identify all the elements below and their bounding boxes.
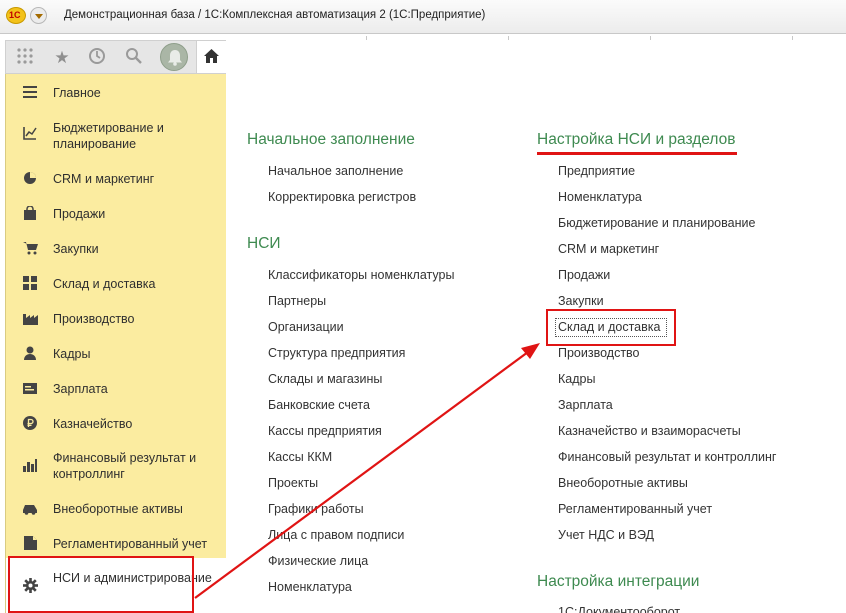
history-icon[interactable] — [86, 47, 108, 69]
section-title-nsi-settings: Настройка НСИ и разделов — [537, 131, 736, 148]
sidebar-item-salary[interactable]: Зарплата — [6, 378, 227, 400]
notifications-bell-icon[interactable] — [160, 43, 188, 71]
sidebar-item-label: Бюджетирование и планирование — [53, 121, 164, 151]
sidebar-item-label: Внеоборотные активы — [53, 502, 183, 516]
link-partners[interactable]: Партнеры — [268, 294, 326, 308]
link-projects[interactable]: Проекты — [268, 476, 318, 490]
link-register-correction[interactable]: Корректировка регистров — [268, 190, 416, 204]
menu-lines-icon — [22, 85, 38, 101]
sidebar-item-main[interactable]: Главное — [6, 82, 227, 104]
main-menu-button[interactable] — [30, 7, 47, 24]
link-initial-fill[interactable]: Начальное заполнение — [268, 164, 403, 178]
link-settings-nomenclature[interactable]: Номенклатура — [558, 190, 642, 204]
link-settings-treasury[interactable]: Казначейство и взаиморасчеты — [558, 424, 741, 438]
annotation-box-admin-section — [8, 556, 194, 613]
link-settings-hr[interactable]: Кадры — [558, 372, 595, 386]
sidebar-item-production[interactable]: Производство — [6, 308, 227, 330]
sidebar-item-label: Регламентированный учет — [53, 537, 208, 551]
link-organizations[interactable]: Организации — [268, 320, 344, 334]
link-settings-production[interactable]: Производство — [558, 346, 640, 360]
salary-icon — [22, 381, 38, 397]
favorites-star-icon[interactable]: ★ — [51, 47, 73, 69]
section-title-integration: Настройка интеграции — [537, 573, 700, 590]
pie-chart-icon — [22, 171, 38, 187]
link-individuals[interactable]: Физические лица — [268, 554, 368, 568]
bar-chart-icon — [22, 458, 38, 474]
apps-grid-icon[interactable] — [14, 47, 36, 69]
link-bank-accounts[interactable]: Банковские счета — [268, 398, 370, 412]
sidebar-item-crm[interactable]: CRM и маркетинг — [6, 168, 227, 190]
navigation-toolbar: ★ — [5, 40, 226, 74]
cart-icon — [22, 241, 38, 257]
link-work-schedules[interactable]: Графики работы — [268, 502, 364, 516]
app-logo-icon: 1С — [6, 7, 26, 24]
search-icon[interactable] — [123, 47, 145, 69]
link-document-flow[interactable]: 1С:Документооборот — [558, 605, 680, 613]
sidebar-item-financial-result[interactable]: Финансовый результат и контроллинг — [6, 448, 227, 484]
link-settings-budgeting[interactable]: Бюджетирование и планирование — [558, 216, 755, 230]
sidebar-item-label: Главное — [53, 86, 101, 100]
sidebar-item-label: Склад и доставка — [53, 277, 156, 291]
link-settings-salary[interactable]: Зарплата — [558, 398, 613, 412]
sidebar-item-regulated-accounting[interactable]: Регламентированный учет — [6, 533, 227, 555]
sidebar-item-label: Финансовый результат и контроллинг — [53, 451, 197, 481]
shopping-bag-icon — [22, 205, 38, 222]
link-enterprise[interactable]: Предприятие — [558, 164, 635, 178]
section-title-nsi: НСИ — [247, 235, 281, 252]
car-icon — [22, 501, 38, 517]
factory-icon — [22, 311, 38, 327]
annotation-underline — [537, 152, 737, 155]
sidebar-item-label: Производство — [53, 312, 135, 326]
link-settings-sales[interactable]: Продажи — [558, 268, 610, 282]
budget-chart-icon — [22, 125, 38, 141]
link-settings-crm[interactable]: CRM и маркетинг — [558, 242, 659, 256]
link-cash-desks[interactable]: Кассы предприятия — [268, 424, 382, 438]
sidebar-item-label: CRM и маркетинг — [53, 172, 155, 186]
warehouse-grid-icon — [22, 276, 38, 292]
window-title-bar: 1С Демонстрационная база / 1С:Комплексна… — [0, 0, 846, 34]
sidebar-item-label: Казначейство — [53, 417, 133, 431]
link-settings-vat-fea[interactable]: Учет НДС и ВЭД — [558, 528, 654, 542]
sidebar-item-sales[interactable]: Продажи — [6, 203, 227, 225]
link-nomenclature[interactable]: Номенклатура — [268, 580, 352, 594]
window-title: Демонстрационная база / 1С:Комплексная а… — [64, 9, 486, 21]
sidebar-item-fixed-assets[interactable]: Внеоборотные активы — [6, 498, 227, 520]
link-warehouses-stores[interactable]: Склады и магазины — [268, 372, 382, 386]
sidebar-item-hr[interactable]: Кадры — [6, 343, 227, 365]
document-icon — [22, 536, 38, 552]
link-settings-fixed-assets[interactable]: Внеоборотные активы — [558, 476, 688, 490]
home-icon[interactable] — [196, 41, 226, 73]
sidebar-item-treasury[interactable]: Казначейство — [6, 413, 227, 435]
sidebar-item-warehouse[interactable]: Склад и доставка — [6, 273, 227, 295]
sidebar-item-purchases[interactable]: Закупки — [6, 238, 227, 260]
link-enterprise-structure[interactable]: Структура предприятия — [268, 346, 405, 360]
link-nomenclature-classifiers[interactable]: Классификаторы номенклатуры — [268, 268, 454, 282]
sidebar-item-label: Закупки — [53, 242, 99, 256]
link-cash-registers[interactable]: Кассы ККМ — [268, 450, 332, 464]
sidebar-item-label: Зарплата — [53, 382, 108, 396]
sidebar-item-label: Кадры — [53, 347, 91, 361]
section-title-initial-fill: Начальное заполнение — [247, 131, 415, 148]
link-signatories[interactable]: Лица с правом подписи — [268, 528, 404, 542]
link-settings-regulated-accounting[interactable]: Регламентированный учет — [558, 502, 712, 516]
person-icon — [22, 346, 38, 362]
annotation-box-warehouse-link — [546, 309, 676, 346]
sections-sidebar: Главное Бюджетирование и планирование CR… — [5, 74, 227, 613]
link-settings-purchases[interactable]: Закупки — [558, 294, 604, 308]
sidebar-item-budgeting[interactable]: Бюджетирование и планирование — [6, 118, 227, 154]
link-settings-financial-result[interactable]: Финансовый результат и контроллинг — [558, 450, 776, 464]
sidebar-item-label: Продажи — [53, 207, 106, 221]
ruble-coin-icon — [22, 416, 38, 432]
